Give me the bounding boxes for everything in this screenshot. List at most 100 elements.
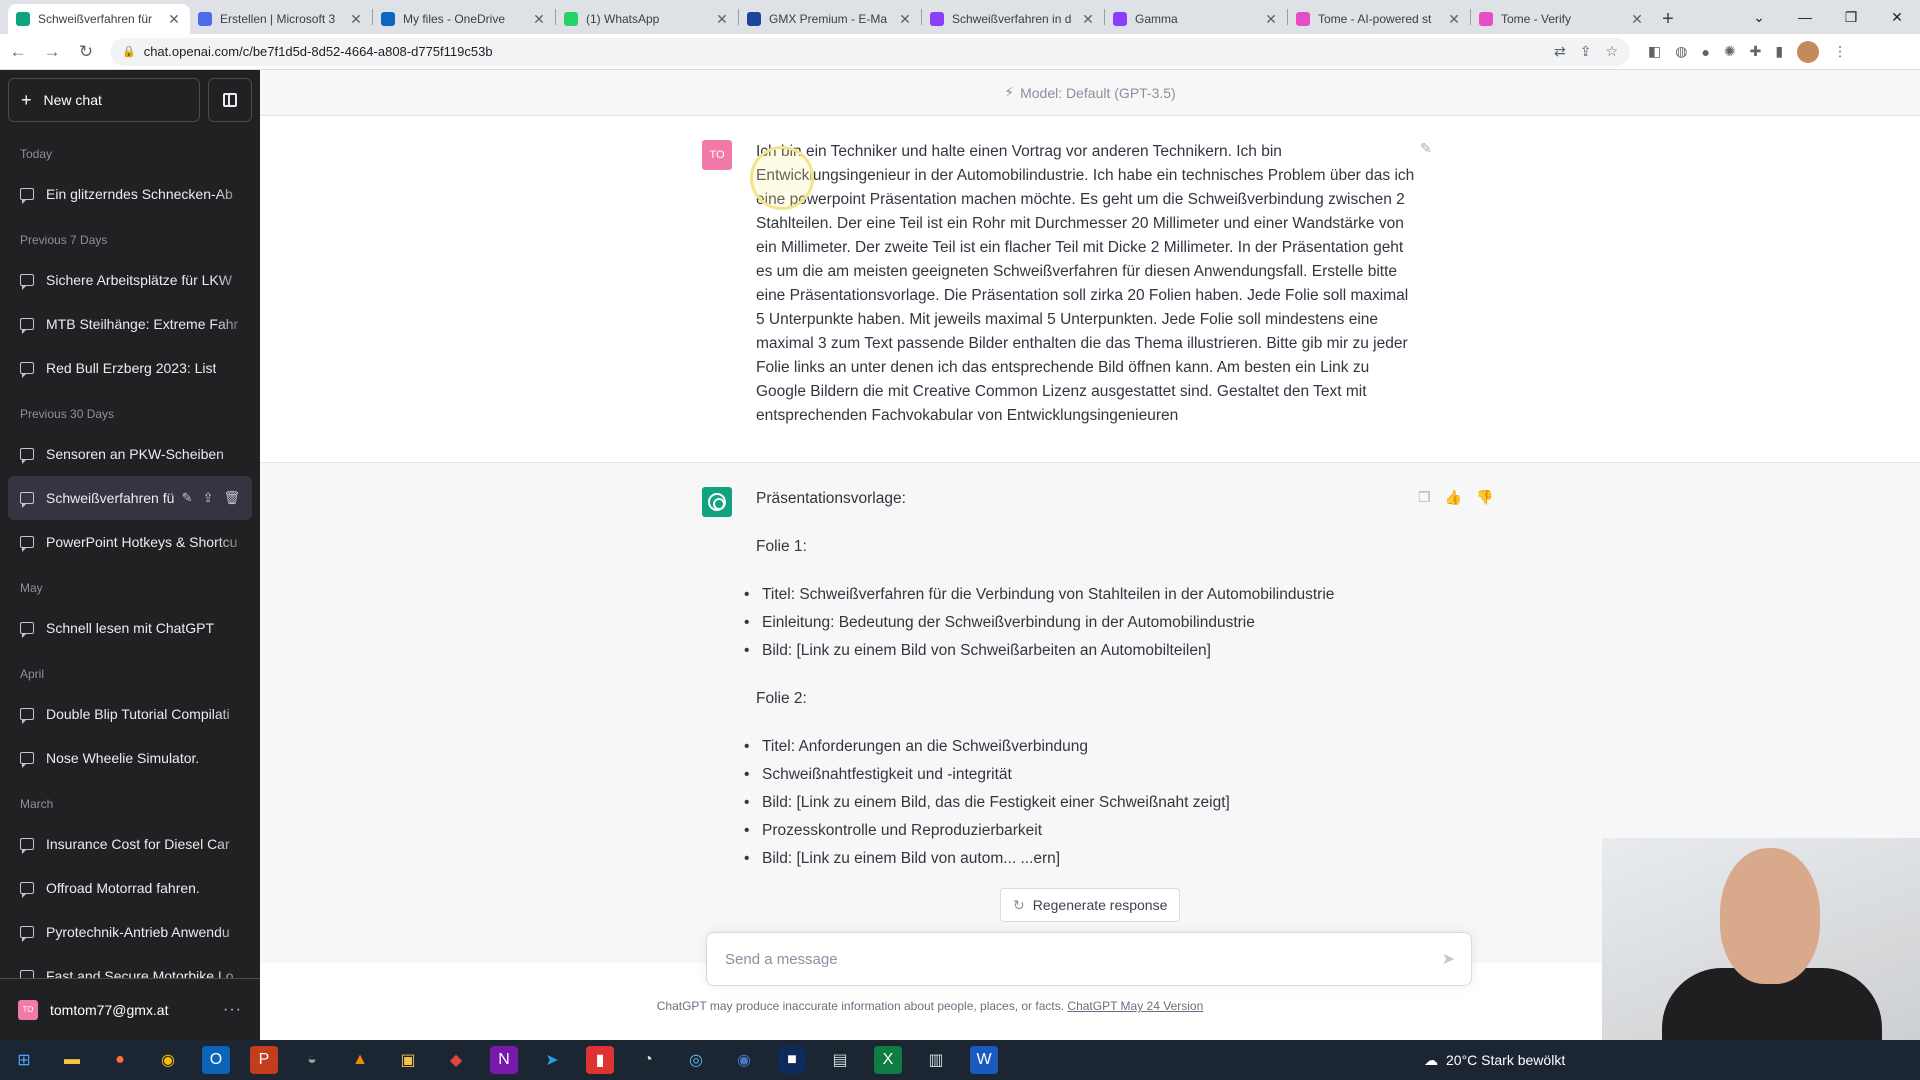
share-icon[interactable]: ⇪ [1580, 43, 1592, 60]
browser-menu-icon[interactable]: ⋮ [1833, 43, 1847, 60]
file-explorer-icon[interactable]: ▬ [58, 1046, 86, 1074]
rename-pencil-icon[interactable]: ✎ [182, 490, 193, 506]
tab-search-icon[interactable]: ⌄ [1736, 0, 1782, 34]
sidebar-chat-item[interactable]: Offroad Motorrad fahren. [8, 866, 252, 910]
browser-tab[interactable]: Erstellen | Microsoft 3 ✕ [190, 4, 372, 34]
chat-bubble-icon [20, 622, 34, 638]
circle-app-icon[interactable]: ◎ [682, 1046, 710, 1074]
reload-icon[interactable]: ↻ [70, 36, 102, 68]
slide-bullet: Bild: [Link zu einem Bild, das die Festi… [744, 791, 1416, 815]
share-icon[interactable]: ⇪ [203, 490, 214, 506]
regenerate-button[interactable]: ↻ Regenerate response [1000, 888, 1181, 922]
notes-icon[interactable]: ▣ [394, 1046, 422, 1074]
browser-tab[interactable]: My files - OneDrive ✕ [373, 4, 555, 34]
sidebar-chat-title: Sichere Arbeitsplätze für LKW [46, 272, 232, 288]
extension-code-icon[interactable]: ◧ [1648, 43, 1661, 60]
more-options-icon[interactable]: ··· [223, 1001, 242, 1019]
extension-openai-icon[interactable]: ✺ [1724, 43, 1736, 60]
sidebar-chat-item[interactable]: Schweißverfahren fü ✎ ⇪ 🗑 [8, 476, 252, 520]
app-icon[interactable]: ◒ [298, 1046, 326, 1074]
outlook-icon[interactable]: O [202, 1046, 230, 1074]
webcam-person-head [1720, 848, 1820, 984]
model-header: ⚡ Model: Default (GPT-3.5) [260, 70, 1920, 116]
sidebar-chat-title: Pyrotechnik-Antrieb Anwendu [46, 924, 230, 940]
monitor-app-icon[interactable]: ▤ [826, 1046, 854, 1074]
version-link[interactable]: ChatGPT May 24 Version [1067, 999, 1203, 1013]
weather-widget[interactable]: ☁ 20°C Stark bewölkt [1424, 1040, 1565, 1080]
thumbs-up-icon[interactable]: 👍 [1445, 489, 1462, 506]
sidebar-chat-item[interactable]: Sichere Arbeitsplätze für LKW [8, 258, 252, 302]
chrome-icon[interactable]: ◉ [154, 1046, 182, 1074]
excel-icon[interactable]: X [874, 1046, 902, 1074]
sidebar-toggle-button[interactable] [208, 78, 252, 122]
tab-close-icon[interactable]: ✕ [166, 11, 182, 28]
tablet-app-icon[interactable]: ▥ [922, 1046, 950, 1074]
onenote-icon[interactable]: N [490, 1046, 518, 1074]
tab-title: Erstellen | Microsoft 3 [220, 12, 336, 26]
tab-close-icon[interactable]: ✕ [714, 11, 730, 28]
sidebar-chat-item[interactable]: MTB Steilhänge: Extreme Fahr [8, 302, 252, 346]
tab-close-icon[interactable]: ✕ [1080, 11, 1096, 28]
browser-tab[interactable]: Tome - AI-powered st ✕ [1288, 4, 1470, 34]
sidebar-chat-item[interactable]: Pyrotechnik-Antrieb Anwendu [8, 910, 252, 954]
browser-tab[interactable]: Tome - Verify ✕ [1471, 4, 1653, 34]
tab-close-icon[interactable]: ✕ [348, 11, 364, 28]
powerpoint-icon[interactable]: P [250, 1046, 278, 1074]
sidebar-chat-title: PowerPoint Hotkeys & Shortcu [46, 534, 238, 550]
dark-app-icon[interactable]: ■ [778, 1046, 806, 1074]
tab-close-icon[interactable]: ✕ [531, 11, 547, 28]
message-input[interactable] [723, 949, 1442, 969]
windows-start-icon[interactable]: ⊞ [10, 1046, 38, 1074]
browser-tab[interactable]: Schweißverfahren in d ✕ [922, 4, 1104, 34]
firefox-icon[interactable]: ● [106, 1046, 134, 1074]
side-panel-icon[interactable]: ▮ [1775, 43, 1783, 60]
sidebar-chat-title: Schnell lesen mit ChatGPT [46, 620, 215, 636]
tab-close-icon[interactable]: ✕ [897, 11, 913, 28]
extension-vpn-icon[interactable]: ● [1701, 44, 1709, 60]
sidebar-chat-item[interactable]: Ein glitzerndes Schnecken-Ab [8, 172, 252, 216]
user-menu[interactable]: TO tomtom77@gmx.at ··· [0, 978, 260, 1040]
copy-icon[interactable]: ❐ [1418, 489, 1431, 506]
tab-title: My files - OneDrive [403, 12, 506, 26]
forward-icon[interactable]: → [36, 36, 68, 68]
slide-bullet: Schweißnahtfestigkeit und -integrität [744, 763, 1416, 787]
sidebar-chat-item[interactable]: Schnell lesen mit ChatGPT [8, 606, 252, 650]
edit-icon[interactable]: ✎ [1420, 140, 1432, 157]
new-chat-button[interactable]: + New chat [8, 78, 200, 122]
sidebar-chat-item[interactable]: Nose Wheelie Simulator. [8, 736, 252, 780]
profile-avatar[interactable] [1797, 40, 1820, 63]
sidebar-chat-item[interactable]: Double Blip Tutorial Compilati [8, 692, 252, 736]
thumbs-down-icon[interactable]: 👎 [1476, 489, 1493, 506]
restore-icon[interactable]: ❐ [1828, 0, 1874, 34]
browser-tab[interactable]: GMX Premium - E-Ma ✕ [739, 4, 921, 34]
obs-icon[interactable]: ◔ [634, 1046, 662, 1074]
vlc-icon[interactable]: ▲ [346, 1046, 374, 1074]
address-bar[interactable]: 🔒 chat.openai.com/c/be7f1d5d-8d52-4664-a… [110, 37, 1630, 66]
sidebar-chat-item[interactable]: PowerPoint Hotkeys & Shortcu [8, 520, 252, 564]
user-message-avatar: TO [702, 140, 732, 170]
blue-app-icon[interactable]: ◉ [730, 1046, 758, 1074]
extension-globe-icon[interactable]: ◍ [1675, 43, 1687, 60]
minimize-icon[interactable]: — [1782, 0, 1828, 34]
browser-tab[interactable]: Gamma ✕ [1105, 4, 1287, 34]
tab-close-icon[interactable]: ✕ [1446, 11, 1462, 28]
sidebar-chat-item[interactable]: Red Bull Erzberg 2023: List [8, 346, 252, 390]
browser-tab[interactable]: Schweißverfahren für ✕ [8, 4, 190, 34]
translate-icon[interactable]: ⇄ [1554, 43, 1566, 60]
browser-tab[interactable]: (1) WhatsApp ✕ [556, 4, 738, 34]
delete-trash-icon[interactable]: 🗑 [223, 490, 240, 506]
close-window-icon[interactable]: ✕ [1874, 0, 1920, 34]
telegram-icon[interactable]: ➤ [538, 1046, 566, 1074]
red-app-icon[interactable]: ◆ [442, 1046, 470, 1074]
new-tab-button[interactable]: + [1653, 4, 1683, 34]
word-icon[interactable]: W [970, 1046, 998, 1074]
sidebar-chat-item[interactable]: Sensoren an PKW-Scheiben [8, 432, 252, 476]
extensions-puzzle-icon[interactable]: ✚ [1750, 43, 1762, 60]
bookmark-star-icon[interactable]: ☆ [1605, 43, 1618, 60]
back-icon[interactable]: ← [2, 36, 34, 68]
tab-close-icon[interactable]: ✕ [1263, 11, 1279, 28]
tab-close-icon[interactable]: ✕ [1629, 11, 1645, 28]
red-square-app-icon[interactable]: ▮ [586, 1046, 614, 1074]
sidebar-chat-item[interactable]: Insurance Cost for Diesel Car [8, 822, 252, 866]
send-icon[interactable]: ➤ [1442, 949, 1455, 969]
